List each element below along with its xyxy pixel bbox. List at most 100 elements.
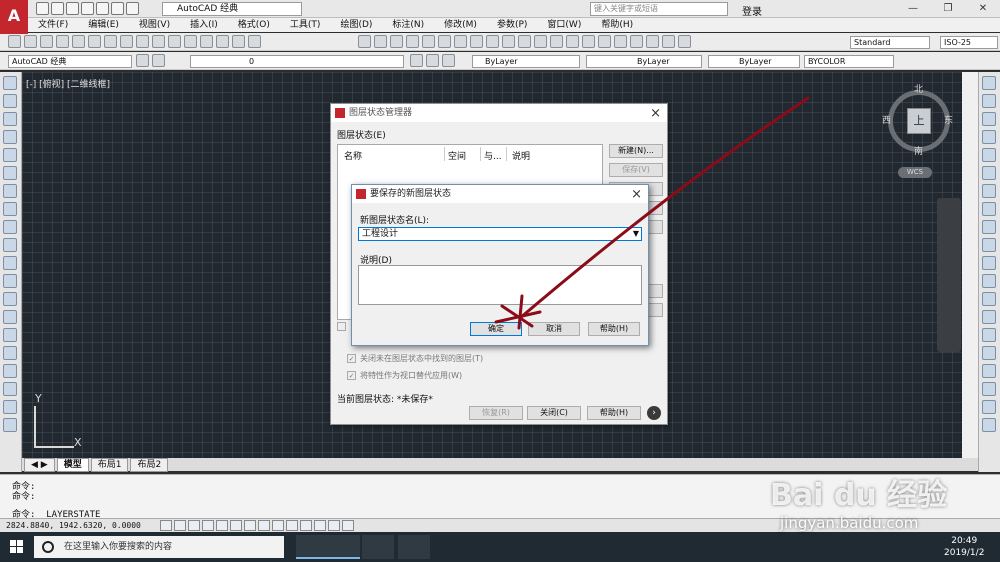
- print-icon[interactable]: [96, 2, 109, 15]
- lineweight-icon[interactable]: [300, 520, 312, 531]
- otrack-icon[interactable]: [258, 520, 270, 531]
- undo-icon[interactable]: [111, 2, 124, 15]
- erase-icon[interactable]: [982, 76, 996, 90]
- redo-icon[interactable]: [534, 35, 547, 48]
- menu-help[interactable]: 帮助(H): [591, 18, 643, 32]
- apply-viewport-override-checkbox[interactable]: ✓ 将特性作为视口替代应用(W): [347, 370, 462, 381]
- paste-icon[interactable]: [486, 35, 499, 48]
- transparency-icon[interactable]: [314, 520, 326, 531]
- grid-icon[interactable]: [188, 520, 200, 531]
- column-space[interactable]: 空间: [448, 149, 466, 162]
- column-name[interactable]: 名称: [344, 149, 362, 162]
- layer-combo[interactable]: 0: [190, 55, 404, 68]
- dyn-icon[interactable]: [286, 520, 298, 531]
- column-same[interactable]: 与...: [484, 149, 502, 162]
- publish-icon[interactable]: [88, 35, 101, 48]
- point-icon[interactable]: [3, 310, 17, 324]
- scroll-arrows-icon[interactable]: ◀ ▶: [24, 457, 55, 472]
- minimize-button[interactable]: —: [900, 1, 926, 17]
- paste-icon[interactable]: [136, 35, 149, 48]
- menu-dimension[interactable]: 标注(N): [382, 18, 434, 32]
- layer-previous-icon[interactable]: [426, 54, 439, 67]
- zoom-icon[interactable]: [566, 35, 579, 48]
- workspace-settings-icon[interactable]: [136, 54, 149, 67]
- vertical-scrollbar[interactable]: [962, 72, 978, 458]
- coordinate-readout[interactable]: 2824.8840, 1942.6320, 0.0000: [6, 521, 141, 530]
- autocad-logo[interactable]: A: [0, 0, 28, 34]
- workspace-selector[interactable]: AutoCAD 经典: [162, 2, 302, 16]
- linetype-combo[interactable]: ByLayer: [586, 55, 702, 68]
- pan-icon[interactable]: [550, 35, 563, 48]
- stretch-icon[interactable]: [982, 220, 996, 234]
- blend-icon[interactable]: [982, 364, 996, 378]
- selection-cycling-icon[interactable]: [342, 520, 354, 531]
- ellipse-arc-icon[interactable]: [3, 256, 17, 270]
- menu-edit[interactable]: 编辑(E): [78, 18, 129, 32]
- explode-icon[interactable]: [982, 382, 996, 396]
- break-point-icon[interactable]: [982, 274, 996, 288]
- ducs-icon[interactable]: [272, 520, 284, 531]
- cut-icon[interactable]: [454, 35, 467, 48]
- autocad-taskbar-icon[interactable]: [328, 535, 360, 559]
- color-combo[interactable]: ByLayer: [472, 55, 580, 68]
- ok-button[interactable]: 确定: [470, 322, 522, 336]
- polygon-icon[interactable]: [3, 130, 17, 144]
- turn-off-layers-checkbox[interactable]: ✓ 关闭未在图层状态中找到的图层(T): [347, 353, 483, 364]
- hatch-icon[interactable]: [3, 328, 17, 342]
- revcloud-icon[interactable]: [3, 202, 17, 216]
- mtext-icon[interactable]: [3, 400, 17, 414]
- menu-insert[interactable]: 插入(I): [180, 18, 228, 32]
- cut-icon[interactable]: [104, 35, 117, 48]
- expand-arrow-icon[interactable]: ›: [647, 406, 661, 420]
- match-icon[interactable]: [152, 35, 165, 48]
- ortho-icon[interactable]: [202, 520, 214, 531]
- save-as-icon[interactable]: [81, 2, 94, 15]
- save-icon[interactable]: [390, 35, 403, 48]
- redo-icon[interactable]: [126, 2, 139, 15]
- plotstyle-combo[interactable]: BYCOLOR: [804, 55, 894, 68]
- menu-draw[interactable]: 绘图(D): [330, 18, 382, 32]
- scale-icon[interactable]: [982, 202, 996, 216]
- copy-icon[interactable]: [982, 94, 996, 108]
- tab-model[interactable]: 模型: [56, 457, 89, 472]
- windows-start-icon[interactable]: [10, 540, 24, 554]
- undo-icon[interactable]: [518, 35, 531, 48]
- properties-icon[interactable]: [982, 400, 996, 414]
- mirror-icon[interactable]: [982, 112, 996, 126]
- menu-file[interactable]: 文件(F): [28, 18, 78, 32]
- layer-state-icon[interactable]: [442, 54, 455, 67]
- preview-icon[interactable]: [422, 35, 435, 48]
- edge-browser-icon[interactable]: [362, 535, 394, 559]
- join-icon[interactable]: [982, 310, 996, 324]
- move-icon[interactable]: [982, 166, 996, 180]
- close-dialog-button[interactable]: 关闭(C): [527, 406, 581, 420]
- trim-icon[interactable]: [982, 238, 996, 252]
- menu-format[interactable]: 格式(O): [228, 18, 280, 32]
- menu-window[interactable]: 窗口(W): [537, 18, 591, 32]
- zoom-icon[interactable]: [216, 35, 229, 48]
- ellipse-icon[interactable]: [3, 238, 17, 252]
- design-center-icon[interactable]: [598, 35, 611, 48]
- description-textarea[interactable]: [358, 265, 642, 305]
- taskbar-search-input[interactable]: 在这里输入你要搜索的内容: [34, 536, 284, 558]
- polyline-icon[interactable]: [3, 112, 17, 126]
- wcs-menu[interactable]: WCS: [898, 167, 932, 178]
- undo-icon[interactable]: [168, 35, 181, 48]
- redo-icon[interactable]: [184, 35, 197, 48]
- cancel-button[interactable]: 取消: [528, 322, 580, 336]
- fillet-icon[interactable]: [982, 346, 996, 360]
- help-icon[interactable]: [678, 35, 691, 48]
- insert-block-icon[interactable]: [3, 274, 17, 288]
- help-button[interactable]: 帮助(H): [587, 406, 641, 420]
- zoom-previous-icon[interactable]: [248, 35, 261, 48]
- calculator-icon[interactable]: [662, 35, 675, 48]
- rectangle-icon[interactable]: [3, 148, 17, 162]
- pan-icon[interactable]: [200, 35, 213, 48]
- media-app-icon[interactable]: [296, 535, 328, 559]
- lineweight-combo[interactable]: ByLayer: [708, 55, 800, 68]
- new-file-icon[interactable]: [36, 2, 49, 15]
- snap-icon[interactable]: [174, 520, 186, 531]
- state-name-input[interactable]: 工程设计 ▼: [358, 227, 642, 241]
- make-block-icon[interactable]: [3, 292, 17, 306]
- system-clock[interactable]: 20:49 2019/1/2: [944, 535, 984, 559]
